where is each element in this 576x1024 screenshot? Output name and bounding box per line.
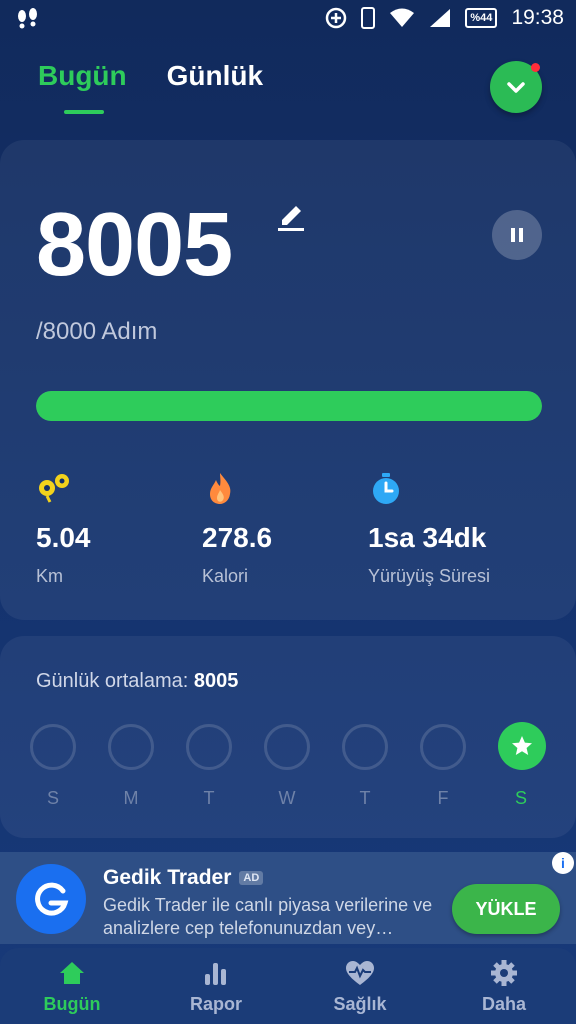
day-label: T <box>359 788 371 808</box>
stopwatch-icon <box>373 473 399 504</box>
step-progress-fill <box>36 391 542 421</box>
stat-value: 1sa 34dk <box>368 522 487 553</box>
heart-pulse-icon <box>346 961 374 985</box>
ad-logo <box>16 864 86 934</box>
stat-label: Yürüyüş Süresi <box>368 566 491 586</box>
nav-label: Daha <box>481 994 526 1014</box>
stat-value: 5.04 <box>36 522 91 553</box>
ad-badge: AD <box>239 871 264 885</box>
ad-install-button[interactable]: YÜKLE <box>452 884 560 934</box>
distance-icon <box>39 474 69 503</box>
data-saver-icon <box>325 7 347 29</box>
status-bar: %44 19:38 <box>0 0 576 40</box>
pause-icon <box>511 228 523 242</box>
day-label: F <box>437 788 449 808</box>
nav-label: Bugün <box>43 994 101 1014</box>
star-icon <box>512 736 532 755</box>
day-label: S <box>46 788 59 808</box>
tab-daily[interactable]: Günlük <box>167 60 263 92</box>
day-label: S <box>514 788 527 808</box>
stat-walk-time: 1sa 34dk Yürüyüş Süresi <box>368 470 490 586</box>
nav-item-today[interactable]: Bugün <box>22 958 122 1015</box>
nav-item-health[interactable]: Sağlık <box>310 958 410 1015</box>
top-tabs: Bugün Günlük <box>38 60 263 92</box>
day-goal-ring <box>30 724 76 770</box>
stat-distance: 5.04 Km <box>36 470 91 586</box>
bar-chart-icon <box>205 963 226 985</box>
edit-icon[interactable] <box>276 200 306 237</box>
nav-item-report[interactable]: Rapor <box>166 958 266 1015</box>
nav-label: Sağlık <box>333 994 387 1014</box>
ad-title-row: Gedik Trader AD <box>103 866 264 890</box>
day-indicator: S <box>498 722 546 809</box>
step-count: 8005 <box>36 195 233 295</box>
footsteps-icon <box>16 8 40 40</box>
battery-indicator: %44 <box>465 8 498 28</box>
bottom-nav: Bugün Rapor Sağlık Daha <box>0 948 576 1024</box>
chevron-down-icon <box>507 82 525 93</box>
nav-item-more[interactable]: Daha <box>454 958 554 1015</box>
gear-icon <box>491 960 517 986</box>
ad-description: Gedik Trader ile canlı piyasa verilerine… <box>103 895 433 938</box>
stat-label: Km <box>36 566 63 586</box>
nav-label: Rapor <box>189 994 242 1014</box>
day-label: W <box>278 788 296 808</box>
day-indicator: T <box>186 724 232 809</box>
daily-average: Günlük ortalama: 8005 <box>36 670 238 693</box>
wifi-icon <box>389 8 415 28</box>
daily-average-label: Günlük ortalama: <box>36 670 189 692</box>
clock: 19:38 <box>511 6 564 29</box>
daily-average-value: 8005 <box>193 670 239 692</box>
day-goal-ring <box>108 724 154 770</box>
signal-icon <box>429 8 451 28</box>
active-tab-indicator <box>64 110 104 114</box>
step-progress-bar <box>36 391 542 421</box>
day-indicator: W <box>264 724 310 809</box>
pause-button[interactable] <box>492 210 542 260</box>
ad-title: Gedik Trader <box>103 866 232 889</box>
day-indicator: T <box>342 724 388 809</box>
day-label: M <box>123 788 139 808</box>
day-goal-ring <box>264 724 310 770</box>
phone-icon <box>361 7 376 29</box>
ad-banner[interactable]: Gedik Trader AD Gedik Trader ile canlı p… <box>0 852 576 944</box>
step-goal: /8000 Adım <box>36 318 158 345</box>
home-icon <box>60 962 84 984</box>
day-goal-ring <box>186 724 232 770</box>
tab-today[interactable]: Bugün <box>38 60 127 92</box>
day-indicator: F <box>420 724 466 809</box>
flame-icon <box>210 473 231 504</box>
stat-calories: 278.6 Kalori <box>202 470 272 586</box>
day-goal-met <box>498 722 546 770</box>
day-goal-ring <box>342 724 388 770</box>
day-label: T <box>203 788 215 808</box>
day-goal-ring <box>420 724 466 770</box>
notification-dot <box>531 63 540 72</box>
stat-value: 278.6 <box>202 522 273 553</box>
day-indicator: M <box>108 724 154 809</box>
stat-label: Kalori <box>202 566 249 586</box>
day-indicator: S <box>30 724 76 809</box>
goal-check-button[interactable] <box>490 61 542 113</box>
info-icon[interactable]: i <box>552 852 574 874</box>
